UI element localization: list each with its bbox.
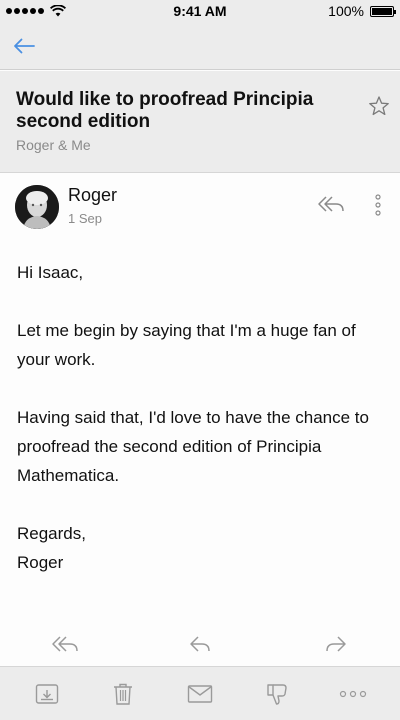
status-time: 9:41 AM <box>173 3 227 19</box>
message-date: 1 Sep <box>68 211 102 226</box>
body-paragraph: Having said that, I'd love to have the c… <box>17 408 369 485</box>
mark-unread-button[interactable] <box>186 681 214 707</box>
battery-percent: 100% <box>328 3 364 19</box>
body-paragraph: Hi Isaac, <box>17 263 84 282</box>
status-left <box>6 5 126 17</box>
archive-icon <box>35 684 59 704</box>
body-paragraph: Let me begin by saying that I'm a huge f… <box>17 321 356 369</box>
trash-icon <box>114 683 132 705</box>
reply-all-button[interactable] <box>316 193 346 215</box>
reply-actions <box>0 630 400 660</box>
star-button[interactable] <box>368 95 390 117</box>
thread-header: Would like to proofread Principia second… <box>0 71 400 173</box>
more-vertical-icon <box>375 194 381 216</box>
reply-action[interactable] <box>186 632 216 656</box>
reply-all-icon <box>318 196 344 212</box>
thread-subject: Would like to proofread Principia second… <box>16 89 314 132</box>
bottom-toolbar <box>0 666 400 720</box>
more-actions-button[interactable] <box>339 681 367 707</box>
signal-icon <box>6 8 44 14</box>
body-signoff: Regards, Roger <box>17 519 387 577</box>
more-icon <box>339 690 367 698</box>
reply-icon <box>190 636 210 652</box>
status-bar: 9:41 AM 100% <box>0 0 400 22</box>
mail-icon <box>187 685 213 703</box>
battery-icon <box>369 5 396 17</box>
avatar[interactable] <box>15 185 59 229</box>
message-header: Roger 1 Sep <box>0 173 400 243</box>
sender-name: Roger <box>68 185 118 205</box>
archive-button[interactable] <box>33 681 61 707</box>
forward-action[interactable] <box>320 632 350 656</box>
thread-participants: Roger & Me <box>16 137 91 153</box>
reply-all-icon <box>52 636 78 652</box>
status-right: 100% <box>274 3 396 19</box>
reply-all-action[interactable] <box>50 632 80 656</box>
spam-button[interactable] <box>263 681 291 707</box>
signoff-name: Roger <box>17 553 64 572</box>
delete-button[interactable] <box>109 681 137 707</box>
avatar-portrait <box>15 185 59 229</box>
thumbs-down-icon <box>267 684 287 705</box>
message-body: Hi Isaac, Let me begin by saying that I'… <box>17 258 387 577</box>
forward-icon <box>326 636 346 652</box>
wifi-icon <box>50 5 66 17</box>
message-more-button[interactable] <box>370 193 386 217</box>
back-arrow-icon <box>14 38 35 54</box>
back-button[interactable] <box>10 32 38 60</box>
nav-bar <box>0 22 400 70</box>
star-icon <box>369 96 389 116</box>
signoff-line: Regards, <box>17 524 86 543</box>
